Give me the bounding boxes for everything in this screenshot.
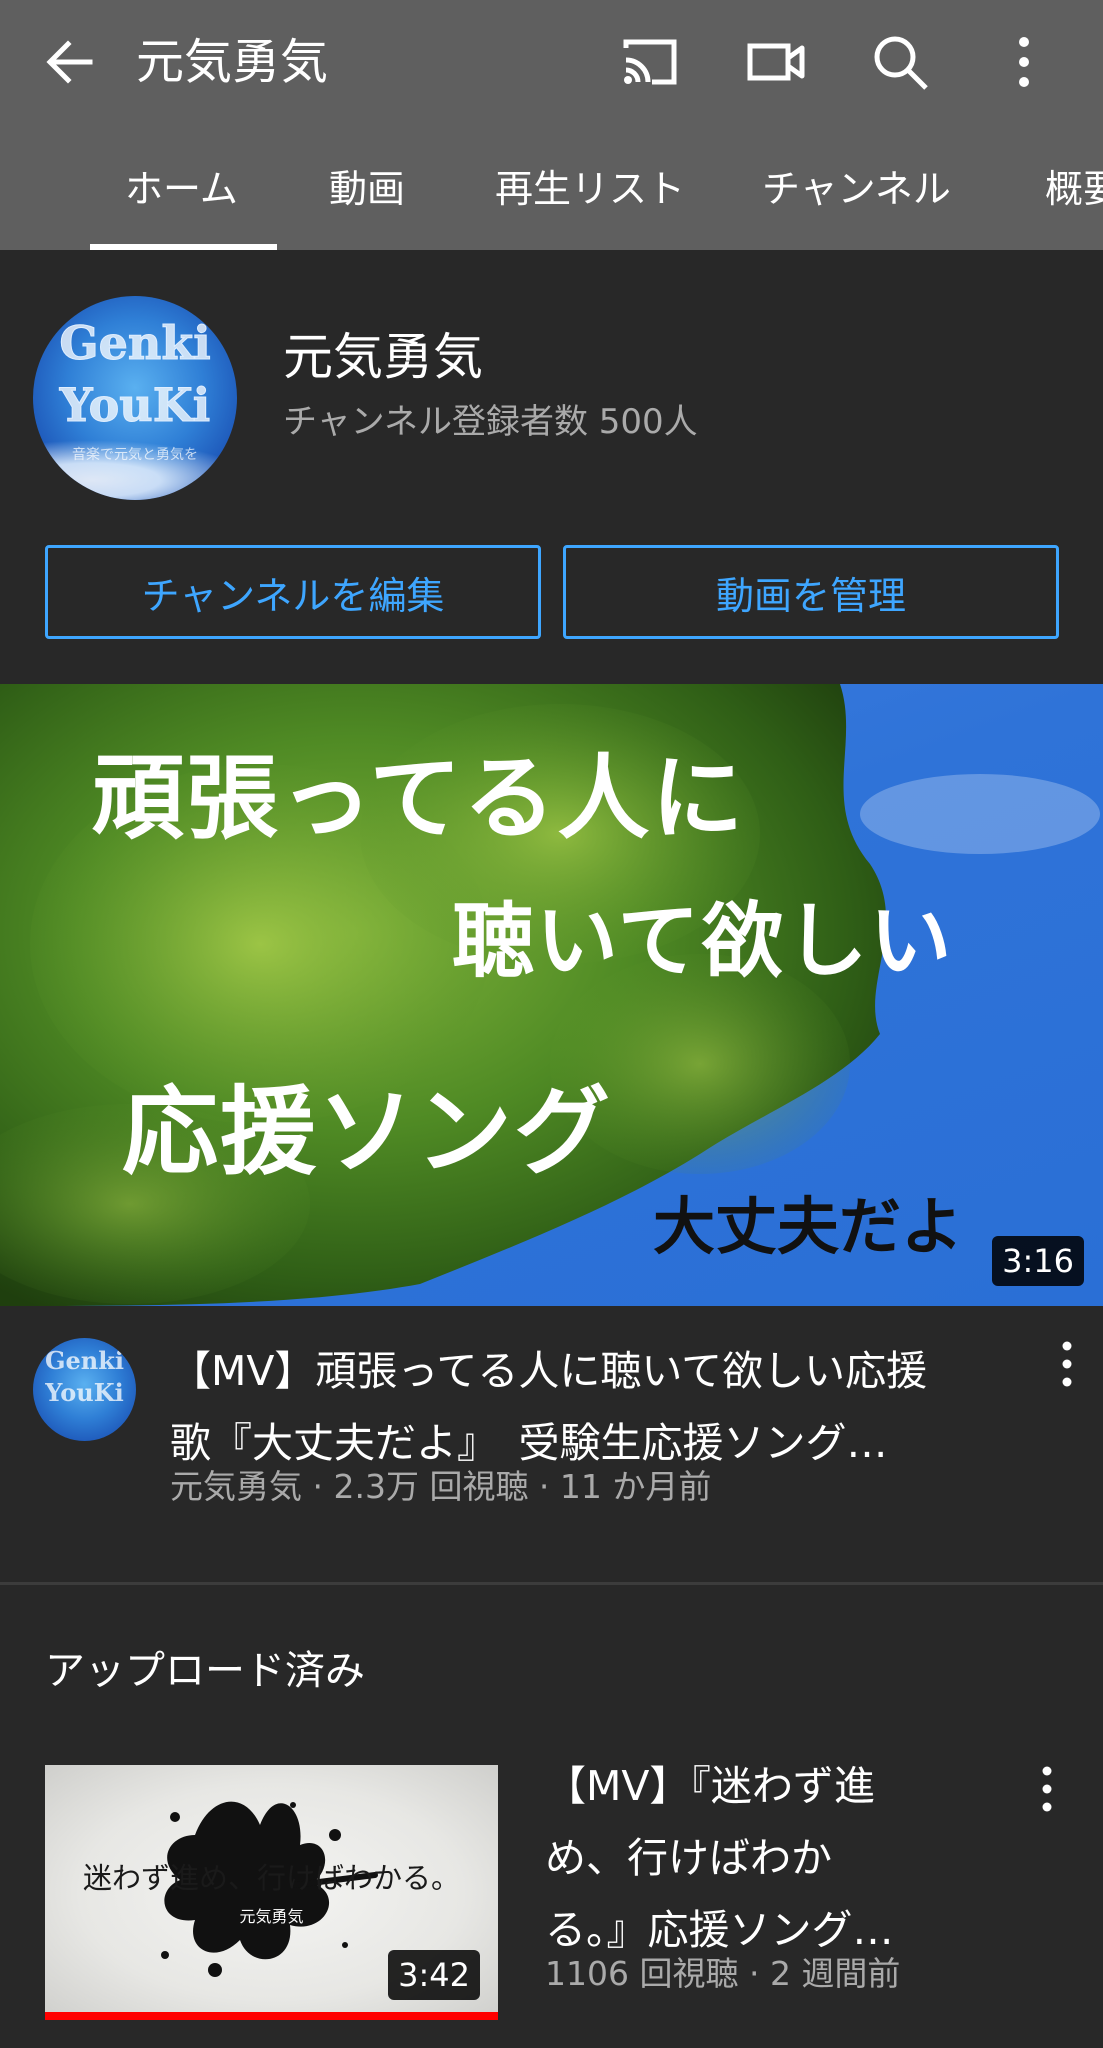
edit-channel-button[interactable]: チャンネルを編集: [45, 545, 541, 639]
channel-tabs: ホーム 動画 再生リスト チャンネル 概要: [0, 130, 1103, 250]
thumb-text-line4: 大丈夫だよ: [653, 1190, 964, 1263]
thumb-text: 迷わず進め、行けばわかる。: [82, 1861, 460, 1895]
featured-video-title[interactable]: 【MV】頑張ってる人に聴いて欲しい応援 歌『大丈夫だよ』 受験生応援ソング…: [170, 1335, 1010, 1479]
featured-video-meta: 元気勇気 · 2.3万 回視聴 · 11 か月前: [170, 1467, 712, 1506]
avatar-tagline: 音楽で元気と勇気を: [72, 447, 198, 463]
thumb-text-line2: 聴いて欲しい: [452, 894, 954, 989]
more-vert-icon[interactable]: [1027, 1757, 1067, 1821]
app-bar: 元気勇気 ホーム 動画 再生リスト チャンネル 概要: [0, 0, 1103, 250]
upload-video-meta: 1106 回視聴 · 2 週間前: [545, 1954, 901, 1993]
title-line: 【MV】頑張ってる人に聴いて欲しい応援: [170, 1347, 928, 1395]
tab-playlists[interactable]: 再生リスト: [495, 162, 685, 216]
more-vert-icon[interactable]: [992, 30, 1056, 94]
upload-video-title[interactable]: 【MV】『迷わず進 め、行けばわか る。』応援ソング…: [545, 1750, 1015, 1966]
selected-tab-indicator: [90, 244, 277, 250]
featured-video-thumbnail[interactable]: 頑張ってる人に 聴いて欲しい 応援ソング 大丈夫だよ 3:16: [0, 684, 1103, 1306]
tab-videos[interactable]: 動画: [329, 162, 405, 216]
video-duration: 3:42: [388, 1950, 480, 2000]
search-icon[interactable]: [868, 30, 932, 94]
subscriber-count: チャンネル登録者数 500人: [283, 402, 698, 442]
thumb-text-line3: 応援ソング: [122, 1076, 612, 1188]
video-camera-icon[interactable]: [744, 30, 808, 94]
avatar-logo-line2: YouKi: [45, 1378, 124, 1407]
manage-videos-button[interactable]: 動画を管理: [563, 545, 1059, 639]
tab-home[interactable]: ホーム: [125, 162, 238, 216]
avatar-logo-line1: Genki: [59, 316, 211, 371]
upload-video-thumbnail[interactable]: 迷わず進め、行けばわかる。 元気勇気 3:42: [45, 1765, 498, 2020]
watch-progress-bar: [45, 2012, 498, 2020]
tab-channels[interactable]: チャンネル: [762, 162, 951, 216]
tab-about[interactable]: 概要: [1045, 162, 1103, 216]
more-vert-icon[interactable]: [1047, 1332, 1087, 1396]
cast-icon[interactable]: [618, 30, 682, 94]
title-line: 【MV】『迷わず進: [545, 1762, 875, 1810]
page-title: 元気勇気: [136, 34, 329, 90]
back-arrow-icon[interactable]: [38, 30, 102, 94]
video-duration: 3:16: [992, 1236, 1084, 1286]
title-line: め、行けばわか: [545, 1834, 832, 1882]
channel-avatar[interactable]: Genki YouKi 音楽で元気と勇気を: [33, 296, 237, 500]
avatar-logo-line1: Genki: [45, 1346, 124, 1375]
thumb-text-line1: 頑張ってる人に: [92, 745, 746, 852]
channel-name: 元気勇気: [283, 328, 483, 386]
section-divider: [0, 1582, 1103, 1585]
avatar-logo-line2: YouKi: [59, 378, 211, 433]
thumb-subtext: 元気勇気: [239, 1907, 304, 1926]
uploads-section-title[interactable]: アップロード済み: [45, 1643, 365, 1699]
featured-channel-avatar[interactable]: Genki YouKi: [33, 1338, 136, 1441]
